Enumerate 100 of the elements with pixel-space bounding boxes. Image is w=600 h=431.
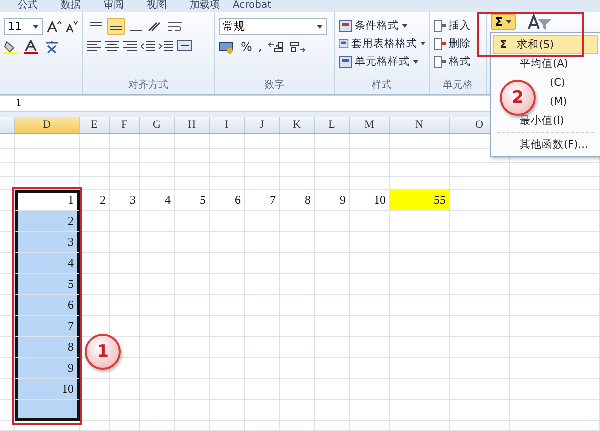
- table-cell: [210, 149, 245, 164]
- column-header[interactable]: D: [15, 116, 80, 134]
- wrap-text-icon[interactable]: [167, 20, 183, 32]
- cells-menu-button[interactable]: 格式: [434, 54, 482, 70]
- cells-icon: [434, 20, 446, 32]
- styles-menu-button[interactable]: 套用表格格式: [339, 36, 425, 52]
- table-cell: [210, 134, 245, 150]
- table-cell: [315, 149, 350, 164]
- column-header[interactable]: K: [280, 116, 315, 134]
- cells-menu-button[interactable]: 插入: [434, 18, 482, 34]
- column-header[interactable]: I: [210, 116, 245, 134]
- ribbon-tab[interactable]: 数据: [61, 0, 104, 12]
- middle-align-icon[interactable]: [107, 18, 125, 35]
- column-header[interactable]: J: [245, 116, 280, 134]
- table-cell: [350, 232, 390, 254]
- caret-icon: [413, 60, 419, 64]
- table-cell: [210, 274, 245, 296]
- table-cell: [390, 163, 450, 178]
- caret-icon: [506, 20, 512, 24]
- phonetic-icon[interactable]: [44, 40, 60, 54]
- merge-cells-icon[interactable]: [177, 40, 193, 52]
- font-size-field[interactable]: 11: [4, 18, 43, 35]
- table-cell: [450, 274, 510, 296]
- menu-item[interactable]: 其他函数(F)...: [493, 135, 598, 154]
- autosum-button[interactable]: Σ: [491, 14, 516, 30]
- styles-menu-button[interactable]: 条件格式: [339, 18, 425, 34]
- ribbon-tab[interactable]: 加载项: [190, 0, 233, 12]
- table-cell: [210, 163, 245, 178]
- table-cell: [175, 400, 210, 422]
- table-cell: [315, 421, 350, 431]
- ribbon-tab[interactable]: 公式: [18, 0, 61, 12]
- table-cell: [175, 232, 210, 254]
- formula-bar-value[interactable]: 1: [16, 97, 22, 110]
- table-cell: [245, 379, 280, 400]
- column-header[interactable]: F: [110, 116, 140, 134]
- increase-decimal-icon[interactable]: [268, 41, 284, 53]
- accounting-format-icon[interactable]: [219, 40, 235, 54]
- menu-item[interactable]: (M): [539, 92, 598, 111]
- styles-menu-button[interactable]: 单元格样式: [339, 54, 425, 70]
- column-header[interactable]: G: [140, 116, 175, 134]
- fill-color-icon[interactable]: [4, 40, 18, 54]
- table-cell: [140, 253, 175, 274]
- table-cell: [80, 232, 110, 254]
- table-cell: [450, 337, 510, 358]
- sort-filter-icon[interactable]: [526, 14, 552, 30]
- ribbon-tab[interactable]: Acrobat: [233, 0, 276, 12]
- column-header[interactable]: H: [175, 116, 210, 134]
- table-cell: [350, 316, 390, 338]
- decrease-decimal-icon[interactable]: [290, 41, 306, 53]
- menu-item[interactable]: Σ 求和(S): [493, 35, 598, 54]
- table-cell: [80, 274, 110, 296]
- table-cell: [80, 421, 110, 431]
- menu-item[interactable]: (C): [539, 73, 598, 92]
- column-header[interactable]: E: [80, 116, 110, 134]
- column-header[interactable]: N: [390, 116, 450, 134]
- table-cell: [15, 134, 80, 150]
- table-cell: 5: [15, 274, 80, 296]
- table-cell: [210, 379, 245, 400]
- increase-indent-icon[interactable]: [159, 40, 173, 52]
- menu-item[interactable]: 平均值(A): [493, 54, 598, 73]
- table-cell: [390, 274, 450, 296]
- grow-font-icon[interactable]: [46, 20, 62, 34]
- table-cell: [245, 274, 280, 296]
- shrink-font-icon[interactable]: [65, 20, 78, 34]
- table-cell: [450, 358, 510, 380]
- cells-icon: [434, 56, 446, 68]
- table-cell: [315, 232, 350, 254]
- table-cell: [390, 400, 450, 422]
- column-header[interactable]: L: [315, 116, 350, 134]
- table-cell: [140, 379, 175, 400]
- table-cell: 4: [15, 253, 80, 274]
- group-label: 样式: [371, 80, 393, 94]
- align-right-icon[interactable]: [123, 40, 137, 52]
- column-header[interactable]: M: [350, 116, 390, 134]
- table-cell: [175, 421, 210, 431]
- ribbon-tab[interactable]: 视图: [147, 0, 190, 12]
- table-cell: 1: [15, 190, 80, 212]
- number-format-button[interactable]: %: [241, 40, 252, 54]
- table-cell: [210, 232, 245, 254]
- table-cell: [210, 316, 245, 338]
- table-cell: [280, 274, 315, 296]
- font-color-icon[interactable]: [24, 40, 38, 54]
- table-cell: [315, 177, 350, 190]
- table-cell: [140, 274, 175, 296]
- table-cell: [110, 421, 140, 431]
- number-format-button[interactable]: ,: [258, 40, 262, 54]
- table-cell: [390, 358, 450, 380]
- cells-menu-button[interactable]: 删除: [434, 36, 482, 52]
- table-cell: [315, 163, 350, 178]
- table-cell: [280, 358, 315, 380]
- number-format-field[interactable]: 常规: [219, 18, 327, 35]
- decrease-indent-icon[interactable]: [141, 40, 155, 52]
- table-cell: [210, 400, 245, 422]
- table-cell: 8: [280, 190, 315, 212]
- table-cell: [245, 149, 280, 164]
- align-center-icon[interactable]: [105, 40, 119, 52]
- table-cell: [280, 400, 315, 422]
- align-left-icon[interactable]: [87, 40, 101, 52]
- table-cell: [175, 337, 210, 358]
- table-cell: [80, 177, 110, 190]
